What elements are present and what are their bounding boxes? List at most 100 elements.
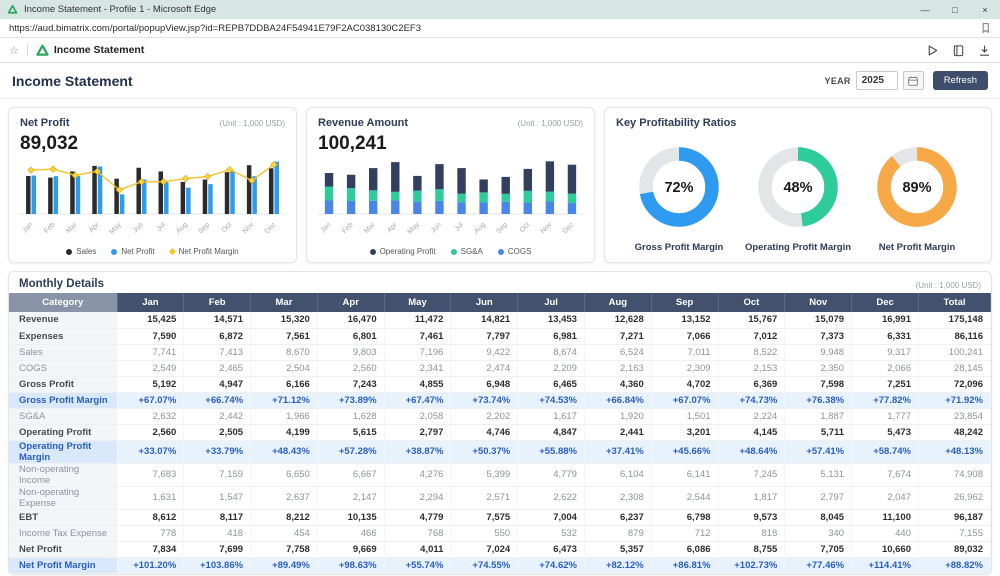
row-category: Gross Profit Margin bbox=[9, 392, 117, 408]
table-row-sg-a: SG&A2,6322,4421,9661,6282,0582,2021,6171… bbox=[9, 408, 991, 424]
page-title: Income Statement bbox=[12, 73, 133, 89]
cell-value: 7,251 bbox=[852, 376, 919, 392]
cell-value: 2,560 bbox=[117, 424, 184, 440]
cell-value: +33.07% bbox=[117, 440, 184, 463]
cell-value: 7,834 bbox=[117, 541, 184, 557]
table-row-revenue: Revenue15,42514,57115,32016,47011,47214,… bbox=[9, 312, 991, 328]
donut-chart: 48% bbox=[751, 140, 845, 234]
cell-value: 7,590 bbox=[117, 328, 184, 344]
table-row-sales: Sales7,7417,4138,6709,8037,1969,4228,674… bbox=[9, 344, 991, 360]
window-controls: — □ × bbox=[910, 0, 1000, 19]
cell-value: 6,086 bbox=[651, 541, 718, 557]
download-icon[interactable] bbox=[978, 44, 991, 57]
svg-text:Mar: Mar bbox=[363, 221, 377, 235]
row-category: Operating Profit bbox=[9, 424, 117, 440]
cell-value: 7,461 bbox=[384, 328, 451, 344]
cell-value: 2,637 bbox=[251, 486, 318, 509]
svg-text:May: May bbox=[108, 221, 123, 236]
column-header-jul: Jul bbox=[518, 293, 585, 312]
year-controls: YEAR Refresh bbox=[825, 71, 988, 90]
cell-value: 2,224 bbox=[718, 408, 785, 424]
net-profit-chart: JanFebMarAprMayJunJulAugSepOctNovDec bbox=[20, 156, 285, 246]
dot-marker-icon bbox=[498, 249, 504, 255]
collections-icon[interactable] bbox=[952, 44, 965, 57]
cell-value: 1,501 bbox=[651, 408, 718, 424]
cell-value: 818 bbox=[718, 525, 785, 541]
cell-value: +74.73% bbox=[718, 392, 785, 408]
cell-value: 7,575 bbox=[451, 509, 518, 525]
cell-value: +76.38% bbox=[785, 392, 852, 408]
cell-value: 9,803 bbox=[317, 344, 384, 360]
ratio-donuts: 72%Gross Profit Margin48%Operating Profi… bbox=[616, 129, 980, 253]
donut-net-profit-margin: 89%Net Profit Margin bbox=[858, 140, 976, 253]
calendar-button[interactable] bbox=[903, 71, 924, 90]
cell-value: +103.86% bbox=[184, 557, 251, 573]
cell-value: +38.87% bbox=[384, 440, 451, 463]
cell-value: +48.13% bbox=[919, 440, 991, 463]
cell-value: 712 bbox=[651, 525, 718, 541]
net-profit-legend: SalesNet ProfitNet Profit Margin bbox=[20, 246, 285, 259]
cell-value: +88.82% bbox=[919, 557, 991, 573]
cell-value: 2,571 bbox=[451, 486, 518, 509]
cell-value: 86,116 bbox=[919, 328, 991, 344]
kpi-cards: Net Profit (Unit : 1,000 USD) 89,032 Jan… bbox=[0, 99, 1000, 267]
cell-value: 5,473 bbox=[852, 424, 919, 440]
favorites-star-icon[interactable]: ☆ bbox=[9, 44, 19, 57]
cell-value: 8,755 bbox=[718, 541, 785, 557]
cell-value: 6,331 bbox=[852, 328, 919, 344]
year-input[interactable] bbox=[856, 71, 898, 90]
cell-value: 4,360 bbox=[584, 376, 651, 392]
cell-value: 100,241 bbox=[919, 344, 991, 360]
revenue-card-unit: (Unit : 1,000 USD) bbox=[518, 119, 583, 128]
cell-value: 175,148 bbox=[919, 312, 991, 328]
row-category: Revenue bbox=[9, 312, 117, 328]
address-bar[interactable]: https://aud.bimatrix.com/portal/popupVie… bbox=[9, 23, 421, 34]
row-category: Operating Profit Margin bbox=[9, 440, 117, 463]
cell-value: 8,674 bbox=[518, 344, 585, 360]
row-category: EBT bbox=[9, 509, 117, 525]
cell-value: 778 bbox=[117, 525, 184, 541]
net-profit-card: Net Profit (Unit : 1,000 USD) 89,032 Jan… bbox=[8, 107, 297, 263]
column-header-dec: Dec bbox=[852, 293, 919, 312]
cell-value: 7,413 bbox=[184, 344, 251, 360]
cell-value: 96,187 bbox=[919, 509, 991, 525]
cell-value: 15,079 bbox=[785, 312, 852, 328]
cell-value: 9,422 bbox=[451, 344, 518, 360]
bookmark-icon[interactable] bbox=[980, 22, 991, 34]
donut-chart: 72% bbox=[632, 140, 726, 234]
cell-value: 7,741 bbox=[117, 344, 184, 360]
table-row-non-operating-income: Non-operating Income7,6837,1596,6506,667… bbox=[9, 463, 991, 486]
revenue-card-title: Revenue Amount bbox=[318, 117, 408, 129]
revenue-value: 100,241 bbox=[318, 133, 583, 155]
cell-value: 16,470 bbox=[317, 312, 384, 328]
cell-value: 2,047 bbox=[852, 486, 919, 509]
cell-value: 4,276 bbox=[384, 463, 451, 486]
cell-value: 8,117 bbox=[184, 509, 251, 525]
divider bbox=[27, 44, 28, 56]
cell-value: 5,357 bbox=[584, 541, 651, 557]
cell-value: 9,317 bbox=[852, 344, 919, 360]
cell-value: 15,425 bbox=[117, 312, 184, 328]
cell-value: 2,147 bbox=[317, 486, 384, 509]
cell-value: 8,045 bbox=[785, 509, 852, 525]
row-category: Net Profit bbox=[9, 541, 117, 557]
cell-value: 4,947 bbox=[184, 376, 251, 392]
cell-value: 7,243 bbox=[317, 376, 384, 392]
diamond-marker-icon bbox=[169, 248, 176, 255]
cell-value: 4,746 bbox=[451, 424, 518, 440]
cell-value: 7,066 bbox=[651, 328, 718, 344]
cell-value: 6,166 bbox=[251, 376, 318, 392]
maximize-icon[interactable]: □ bbox=[940, 0, 970, 19]
cell-value: +48.64% bbox=[718, 440, 785, 463]
cell-value: 2,163 bbox=[584, 360, 651, 376]
donut-operating-profit-margin: 48%Operating Profit Margin bbox=[739, 140, 857, 253]
refresh-button[interactable]: Refresh bbox=[933, 71, 988, 90]
svg-text:Feb: Feb bbox=[341, 221, 355, 235]
close-icon[interactable]: × bbox=[970, 0, 1000, 19]
donut-label: Net Profit Margin bbox=[858, 242, 976, 253]
cell-value: 6,465 bbox=[518, 376, 585, 392]
cell-value: 340 bbox=[785, 525, 852, 541]
run-icon[interactable] bbox=[926, 44, 939, 57]
minimize-icon[interactable]: — bbox=[910, 0, 940, 19]
cell-value: 2,058 bbox=[384, 408, 451, 424]
